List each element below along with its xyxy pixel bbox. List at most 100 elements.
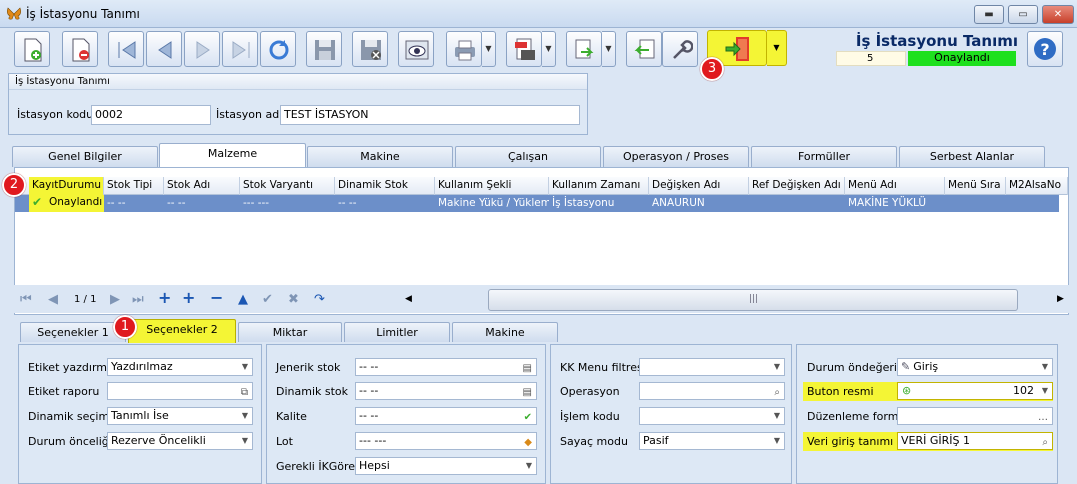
next-page-icon[interactable]: ▶ xyxy=(110,292,120,307)
table-cell[interactable]: --- --- xyxy=(240,195,335,212)
station-name-input[interactable]: TEST İSTASYON xyxy=(280,105,580,125)
first-record-button[interactable] xyxy=(108,31,144,67)
table-cell[interactable]: -- -- xyxy=(104,195,164,212)
table-cell[interactable]: -- -- xyxy=(335,195,435,212)
col-header[interactable]: Dinamik Stok xyxy=(335,177,435,195)
col-header[interactable]: Stok Tipi xyxy=(104,177,164,195)
col-header[interactable]: Kullanım Şekli xyxy=(435,177,549,195)
export-button[interactable] xyxy=(566,31,602,67)
next-record-button[interactable] xyxy=(184,31,220,67)
subtab-machine[interactable]: Makine xyxy=(452,322,558,342)
generic-stock-input[interactable]: -- -- ▤ xyxy=(355,358,537,376)
label-report-select[interactable]: ⧉ xyxy=(107,382,253,400)
first-page-icon[interactable]: ⏮ xyxy=(20,292,32,307)
move-up-icon[interactable]: ▲ xyxy=(238,292,248,307)
counter-mode-select[interactable]: Pasif ▼ xyxy=(639,432,785,450)
preview-button[interactable] xyxy=(398,31,434,67)
subtab-quantity[interactable]: Miktar xyxy=(238,322,342,342)
help-button[interactable]: ? xyxy=(1027,31,1063,67)
insert-icon[interactable]: + xyxy=(182,288,195,307)
tab-material[interactable]: Malzeme xyxy=(159,143,306,169)
exit-dropdown[interactable]: ▼ xyxy=(767,30,787,66)
col-header[interactable]: M2AlsaNo xyxy=(1006,177,1068,195)
add-icon[interactable]: + xyxy=(158,288,171,307)
scroll-right-icon[interactable]: ▶ xyxy=(1057,294,1064,304)
edit-form-input[interactable]: … xyxy=(897,407,1053,425)
col-header[interactable]: Ref Değişken Adı xyxy=(749,177,845,195)
options-panel-1: Etiket yazdırma Yazdırılmaz ▼ Etiket rapo… xyxy=(18,344,262,484)
close-window-button[interactable]: ✕ xyxy=(1042,5,1074,24)
label-print-select[interactable]: Yazdırılmaz ▼ xyxy=(107,358,253,376)
pdf-dropdown[interactable]: ▼ xyxy=(542,31,556,67)
subtab-limits[interactable]: Limitler xyxy=(344,322,450,342)
table-cell[interactable]: ANAURUN xyxy=(649,195,749,212)
cancel-icon[interactable]: ✖ xyxy=(288,292,299,307)
export-dropdown[interactable]: ▼ xyxy=(602,31,616,67)
data-entry-definition-input[interactable]: VERİ GİRİŞ 1 ⌕ xyxy=(897,432,1053,450)
undo-icon[interactable]: ↷ xyxy=(314,292,325,307)
remove-icon[interactable]: − xyxy=(210,288,223,307)
last-page-icon[interactable]: ⏭ xyxy=(132,292,144,307)
tab-machine[interactable]: Makine xyxy=(307,146,453,167)
save-close-button[interactable] xyxy=(352,31,388,67)
col-header[interactable]: Kullanım Zamanı xyxy=(549,177,649,195)
status-priority-select[interactable]: Rezerve Öncelikli ▼ xyxy=(107,432,253,450)
subtab-options1[interactable]: Seçenekler 1 xyxy=(20,322,126,342)
operation-input[interactable]: ⌕ xyxy=(639,382,785,400)
table-cell[interactable]: Makine Yükü / Yükleme xyxy=(435,195,549,212)
dynamic-stock-input[interactable]: -- -- ▤ xyxy=(355,382,537,400)
tab-operation[interactable]: Operasyon / Proses xyxy=(603,146,749,167)
status-cell[interactable]: ✔ Onaylandı xyxy=(29,195,104,212)
table-cell[interactable]: -- -- xyxy=(164,195,240,212)
col-header[interactable]: Stok Adı xyxy=(164,177,240,195)
tab-formulas[interactable]: Formüller xyxy=(751,146,897,167)
scroll-thumb[interactable]: ||| xyxy=(488,289,1018,311)
dynamic-select[interactable]: Tanımlı İse ▼ xyxy=(107,407,253,425)
last-record-button[interactable] xyxy=(222,31,258,67)
col-header[interactable]: Menü Adı xyxy=(845,177,945,195)
table-row[interactable]: ✔ Onaylandı -- -- -- -- --- --- -- -- Ma… xyxy=(15,195,1059,212)
quality-input[interactable]: -- -- ✔ xyxy=(355,407,537,425)
hr-task-select[interactable]: Hepsi ▼ xyxy=(355,457,537,475)
first-icon xyxy=(118,41,136,59)
scroll-left-icon[interactable]: ◀ xyxy=(405,294,412,304)
col-header[interactable]: Menü Sıra xyxy=(945,177,1006,195)
confirm-icon[interactable]: ✔ xyxy=(262,292,273,307)
minimize-button[interactable]: ▬ xyxy=(974,5,1004,24)
lot-input[interactable]: --- --- ◆ xyxy=(355,432,537,450)
kk-menu-filter-select[interactable]: ▼ xyxy=(639,358,785,376)
chevron-down-icon: ▼ xyxy=(241,362,248,371)
prev-page-icon[interactable]: ◀ xyxy=(48,292,58,307)
default-status-select[interactable]: ✎ Giriş ▼ xyxy=(897,358,1053,376)
new-record-button[interactable] xyxy=(14,31,50,67)
tab-free-fields[interactable]: Serbest Alanlar xyxy=(899,146,1045,167)
table-cell[interactable]: İş İstasyonu xyxy=(549,195,649,212)
maximize-button[interactable]: ▭ xyxy=(1008,5,1038,24)
button-image-select[interactable]: ⊛ 102 ▼ xyxy=(897,382,1053,400)
import-button[interactable] xyxy=(626,31,662,67)
print-dropdown[interactable]: ▼ xyxy=(482,31,496,67)
printer-icon xyxy=(455,40,475,61)
badge-1: 1 xyxy=(113,315,137,339)
refresh-button[interactable] xyxy=(260,31,296,67)
pdf-button[interactable] xyxy=(506,31,542,67)
col-header[interactable]: KayıtDurumu xyxy=(29,177,104,195)
value: -- -- xyxy=(359,409,379,422)
delete-record-button[interactable] xyxy=(62,31,98,67)
subtab-options2[interactable]: Seçenekler 2 xyxy=(128,319,236,343)
table-cell[interactable] xyxy=(945,195,1006,212)
col-header[interactable]: Değişken Adı xyxy=(649,177,749,195)
horizontal-scrollbar[interactable]: ◀ ||| ▶ xyxy=(401,289,1069,311)
save-button[interactable] xyxy=(306,31,342,67)
check-icon: ✔ xyxy=(32,195,43,209)
process-code-select[interactable]: ▼ xyxy=(639,407,785,425)
tab-employee[interactable]: Çalışan xyxy=(455,146,601,167)
print-button[interactable] xyxy=(446,31,482,67)
previous-record-button[interactable] xyxy=(146,31,182,67)
tools-button[interactable] xyxy=(662,31,698,67)
tab-general[interactable]: Genel Bilgiler xyxy=(12,146,158,167)
col-header[interactable]: Stok Varyantı xyxy=(240,177,335,195)
table-cell[interactable]: MAKİNE YÜKLÜ xyxy=(845,195,945,212)
table-cell[interactable] xyxy=(749,195,845,212)
station-code-input[interactable]: 0002 xyxy=(91,105,211,125)
